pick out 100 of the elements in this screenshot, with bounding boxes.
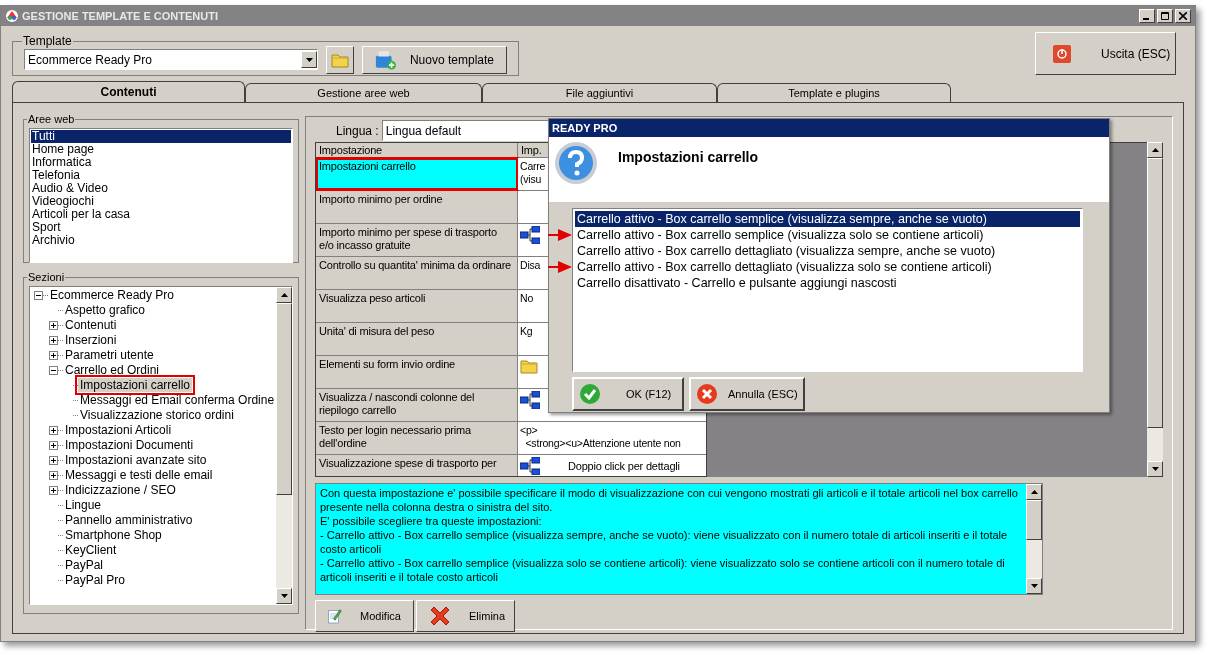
new-template-button[interactable]: Nuovo template (362, 45, 507, 74)
list-item[interactable]: Videogiochi (31, 194, 291, 208)
scrollbar[interactable] (1026, 484, 1042, 594)
folder-icon (520, 358, 538, 374)
tree-item[interactable]: Impostazioni Articoli (63, 423, 174, 437)
collapse-icon[interactable] (49, 365, 58, 375)
tree-item[interactable]: Impostazioni avanzate sito (63, 453, 209, 467)
tree-item[interactable]: Carrello ed Ordini (63, 363, 162, 377)
caret-icon (305, 57, 313, 62)
table-cell[interactable]: Visualizza peso articoli (316, 290, 518, 322)
list-item[interactable]: Carrello attivo - Box carrello semplice (visualizza solo se contiene articoli) (575, 227, 1080, 243)
tree-item[interactable]: Smartphone Shop (63, 528, 164, 542)
folder-icon (331, 51, 349, 68)
table-cell[interactable]: Importo minimo per ordine (316, 191, 518, 223)
tree-structure-icon (520, 457, 540, 475)
list-item[interactable]: Home page (31, 142, 291, 156)
tree-item[interactable]: Ecommerce Ready Pro (48, 288, 177, 302)
list-item[interactable]: Informatica (31, 155, 291, 169)
tree-item[interactable]: Pannello amministrativo (63, 513, 195, 527)
table-cell: <p> <strong><u>Attenzione utente non (520, 424, 681, 450)
table-cell: Doppio click per dettagli (568, 459, 680, 473)
dialog-heading: Impostazioni carrello (618, 148, 759, 167)
up-arrow-icon (1151, 148, 1159, 152)
tab[interactable]: File aggiuntivi (482, 83, 717, 102)
table-cell[interactable]: Importo minimo per spese di trasporto e/o incasso gratuite (316, 224, 518, 256)
tree-item[interactable]: PayPal (63, 558, 106, 572)
list-item[interactable]: Tutti (31, 129, 291, 143)
expand-icon[interactable] (49, 425, 58, 435)
maximize-button[interactable] (1157, 9, 1173, 23)
expand-icon[interactable] (49, 485, 58, 495)
table-cell: Carre (visu (520, 160, 546, 186)
tab[interactable]: Contenuti (12, 81, 245, 102)
edit-button[interactable]: Modifica (315, 600, 414, 632)
tree-item[interactable]: Impostazioni Documenti (63, 438, 196, 452)
down-arrow-icon (280, 593, 288, 598)
open-folder-button[interactable] (326, 45, 354, 74)
tree-item[interactable]: Aspetto grafico (63, 303, 148, 317)
expand-icon[interactable] (49, 350, 58, 360)
list-item[interactable]: Sport (31, 220, 291, 234)
scrollbar[interactable] (1147, 142, 1163, 477)
down-arrow-icon (1030, 584, 1038, 588)
tab[interactable]: Gestione aree web (245, 83, 482, 102)
expand-icon[interactable] (49, 335, 58, 345)
tree-item[interactable]: PayPal Pro (63, 573, 128, 587)
tree-item[interactable]: Parametri utente (63, 348, 156, 362)
down-arrow-icon (1151, 467, 1159, 471)
up-arrow-icon (1030, 490, 1038, 494)
scrollbar[interactable] (276, 286, 293, 604)
tree-item[interactable]: Impostazioni carrello (78, 378, 193, 392)
description-text: Con questa impostazione e' possibile specificare il modo di visualizzazione con cui vengono mostrati gli articoli e il totale articoli nel box carrello presente nella colonna destra o sinistra del sito. E' possibile scegliere tra queste impostazioni: - Carrello attivo - Box carrello semplice (visualizza sempre, anche se vuoto): viene visualizzato con il numero totale di articoli inseriti e il totale costo articoli - Carrello attivo - Box carrello semplice (visualizza solo se contiene articoli): viene visualizzato solo se contiene articoli con il numero totale di articoli inseriti e il totale costo articoli (316, 484, 1026, 594)
list-item[interactable]: Archivio (31, 233, 291, 247)
minimize-button[interactable] (1139, 9, 1155, 23)
question-icon (554, 141, 598, 185)
table-cell[interactable]: Visualizza / nascondi colonne del riepilogo carrello (316, 389, 518, 421)
ok-button[interactable]: OK (F12) (572, 377, 684, 411)
tree-item[interactable]: Contenuti (63, 318, 119, 332)
table-cell: Disa (520, 259, 541, 272)
exit-button[interactable]: Uscita (ESC) (1035, 32, 1176, 75)
list-item[interactable]: Carrello attivo - Box carrello dettagliato (visualizza sempre, anche se vuoto) (575, 243, 1080, 259)
table-cell[interactable]: Controllo su quantita' minima da ordinare (316, 257, 518, 289)
list-item[interactable]: Telefonia (31, 168, 291, 182)
box-add-icon (375, 48, 396, 71)
table-cell[interactable]: Impostazioni carrello (316, 158, 518, 190)
maximize-icon (1161, 12, 1169, 20)
list-item[interactable]: Audio & Video (31, 181, 291, 195)
tree-item[interactable]: Visualizzazione storico ordini (78, 408, 236, 422)
expand-icon[interactable] (49, 320, 58, 330)
app-icon (5, 9, 19, 23)
list-item[interactable]: Carrello attivo - Box carrello semplice (visualizza sempre, anche se vuoto) (575, 211, 1080, 227)
tree-item[interactable]: Indicizzazione / SEO (63, 483, 178, 497)
tree-item[interactable]: KeyClient (63, 543, 119, 557)
close-icon (696, 383, 718, 405)
group-label: Aree web (27, 112, 76, 127)
table-cell[interactable]: Testo per login necessario prima dell'ordine (316, 422, 518, 454)
table-cell: Kg (520, 325, 533, 338)
list-item[interactable]: Carrello disattivato - Carrello e pulsante aggiungi nascosti (575, 275, 1080, 291)
cancel-button[interactable]: Annulla (ESC) (689, 377, 805, 411)
group-label: Sezioni (27, 270, 66, 285)
window-title: GESTIONE TEMPLATE E CONTENUTI (22, 8, 218, 24)
tab[interactable]: Template e plugins (717, 83, 951, 102)
expand-icon[interactable] (49, 470, 58, 480)
template-dropdown[interactable]: Ecommerce Ready Pro (24, 49, 318, 70)
tree-item[interactable]: Messaggi ed Email conferma Ordine (78, 393, 277, 407)
expand-icon[interactable] (49, 440, 58, 450)
table-cell[interactable]: Visualizzazione spese di trasporto per (316, 455, 518, 476)
tree-item[interactable]: Lingue (63, 498, 104, 512)
table-cell[interactable]: Elementi su form invio ordine (316, 356, 518, 388)
group-label: Template (22, 33, 73, 50)
expand-icon[interactable] (49, 455, 58, 465)
collapse-icon[interactable] (34, 290, 43, 300)
tree-item[interactable]: Inserzioni (63, 333, 119, 347)
list-item[interactable]: Carrello attivo - Box carrello dettagliato (visualizza solo se contiene articoli) (575, 259, 1080, 275)
close-button[interactable] (1175, 9, 1191, 23)
tree-structure-icon (520, 391, 540, 409)
table-cell[interactable]: Unita' di misura del peso (316, 323, 518, 355)
checkmark-icon (579, 383, 601, 405)
list-item[interactable]: Articoli per la casa (31, 207, 291, 221)
tree-item[interactable]: Messaggi e testi delle email (63, 468, 215, 482)
power-icon (1053, 44, 1071, 63)
delete-button[interactable]: Elimina (416, 600, 515, 632)
